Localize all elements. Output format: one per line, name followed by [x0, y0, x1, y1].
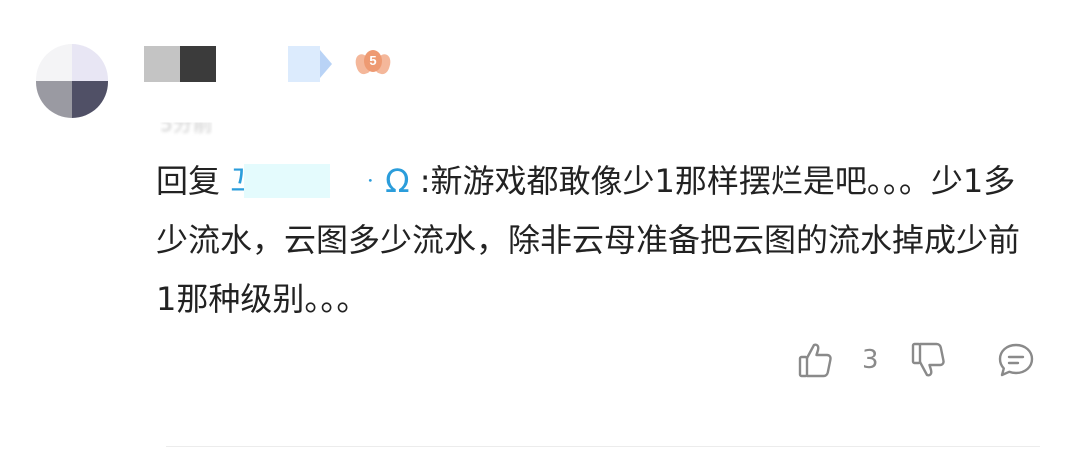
mention-link[interactable]: 꼬ᆞΩ	[230, 162, 409, 200]
comment-actions: 3	[0, 338, 1080, 382]
like-count: 3	[862, 345, 879, 375]
comment-item: 5 5分前 回复 꼬ᆞΩ :新游戏都敢像少1那样摆烂是吧。。。少1多少流水，云图…	[0, 0, 1080, 452]
avatar-tile	[36, 44, 72, 81]
level-badge-icon: 5	[353, 48, 393, 78]
avatar-tile	[72, 44, 108, 81]
avatar-tile	[36, 81, 72, 118]
reply-button[interactable]	[996, 338, 1036, 382]
like-button[interactable]	[796, 338, 834, 382]
comment-body: 回复 꼬ᆞΩ :新游戏都敢像少1那样摆烂是吧。。。少1多少流水，云图多少流水，除…	[156, 152, 1036, 329]
chat-bubble-icon	[998, 343, 1034, 377]
level-number: 5	[364, 50, 382, 72]
username-pixel	[180, 46, 216, 82]
mention-text-end: ᆞΩ	[355, 162, 410, 200]
username[interactable]	[144, 46, 384, 82]
vip-badge	[288, 46, 320, 82]
reply-prefix: 回复	[156, 162, 221, 200]
mention-redaction	[244, 164, 331, 198]
avatar-tile	[72, 81, 108, 118]
thumbs-down-icon	[911, 342, 945, 377]
avatar[interactable]	[36, 44, 108, 118]
dislike-button[interactable]	[908, 338, 948, 382]
vip-badge-arrow	[320, 50, 332, 78]
comment-time: 5分前	[160, 112, 213, 137]
thumbs-up-icon	[798, 343, 832, 378]
divider	[166, 446, 1040, 447]
username-pixel	[144, 46, 180, 82]
